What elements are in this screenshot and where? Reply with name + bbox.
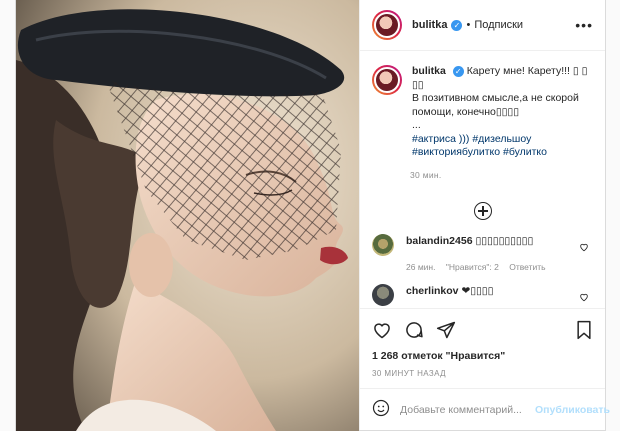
load-more-comments-button[interactable] (372, 201, 593, 220)
author-avatar[interactable] (372, 10, 402, 40)
commenter-avatar[interactable] (372, 283, 394, 306)
comment-time: 26 мин. (406, 261, 436, 272)
comment-icon[interactable] (404, 320, 424, 340)
author-username[interactable]: bulitka (412, 19, 447, 31)
commenter-username[interactable]: cherlinkov (406, 285, 459, 297)
post-sidebar: bulitka ✓ • Подписки ••• bulitka ✓ Карет… (359, 0, 610, 430)
publish-button[interactable]: Опубликовать (535, 404, 610, 416)
comments-area: bulitka ✓ Карету мне! Карету!!! ▯ ▯ ▯▯ В… (360, 51, 605, 308)
comment-text: ▯▯▯▯▯▯▯▯▯▯ (475, 234, 534, 247)
post-dialog: bulitka ✓ • Подписки ••• bulitka ✓ Карет… (15, 0, 610, 431)
comment-likes[interactable]: "Нравится": 2 (446, 262, 499, 272)
comment-item: cherlinkov ❤▯▯▯▯ (372, 283, 593, 306)
caption-hashtags[interactable]: #актриса ))) #дизельшоу #викториябулитко… (412, 133, 547, 159)
separator-dot: • (466, 19, 471, 31)
post-caption: bulitka ✓ Карету мне! Карету!!! ▯ ▯ ▯▯ В… (372, 65, 593, 160)
like-comment-icon[interactable] (579, 242, 589, 252)
like-comment-icon[interactable] (579, 292, 589, 302)
commenter-avatar[interactable] (372, 233, 394, 256)
caption-avatar[interactable] (372, 65, 402, 95)
comment-text: ❤▯▯▯▯ (461, 284, 494, 297)
following-button[interactable]: Подписки (474, 19, 523, 31)
post-timestamp: 30 МИНУТ НАЗАД (372, 369, 446, 378)
portrait-image (16, 0, 359, 431)
caption-line-2: В позитивном смысле,а не скорой помощи, … (412, 92, 579, 118)
comment-item: balandin2456 ▯▯▯▯▯▯▯▯▯▯ 26 мин. "Нравитс… (372, 233, 593, 274)
more-options-icon[interactable]: ••• (575, 17, 593, 33)
bookmark-icon[interactable] (575, 320, 593, 340)
add-comment-bar: Опубликовать (360, 388, 610, 430)
commenter-username[interactable]: balandin2456 (406, 235, 473, 247)
caption-username[interactable]: bulitka (412, 65, 446, 77)
post-photo[interactable] (16, 0, 359, 431)
post-header: bulitka ✓ • Подписки ••• (360, 0, 605, 51)
verified-icon: ✓ (451, 19, 463, 31)
caption-line-3: ... (412, 119, 421, 131)
like-icon[interactable] (372, 320, 392, 340)
post-actions (360, 308, 605, 350)
verified-icon: ✓ (452, 65, 464, 77)
reply-button[interactable]: Ответить (509, 262, 545, 272)
emoji-icon[interactable] (372, 399, 390, 420)
comment-input[interactable] (400, 403, 535, 416)
likes-count[interactable]: 1 268 отметок "Нравится" (360, 350, 605, 368)
caption-time: 30 мин. (410, 169, 442, 180)
share-icon[interactable] (436, 320, 456, 340)
plus-circle-icon (473, 201, 492, 220)
